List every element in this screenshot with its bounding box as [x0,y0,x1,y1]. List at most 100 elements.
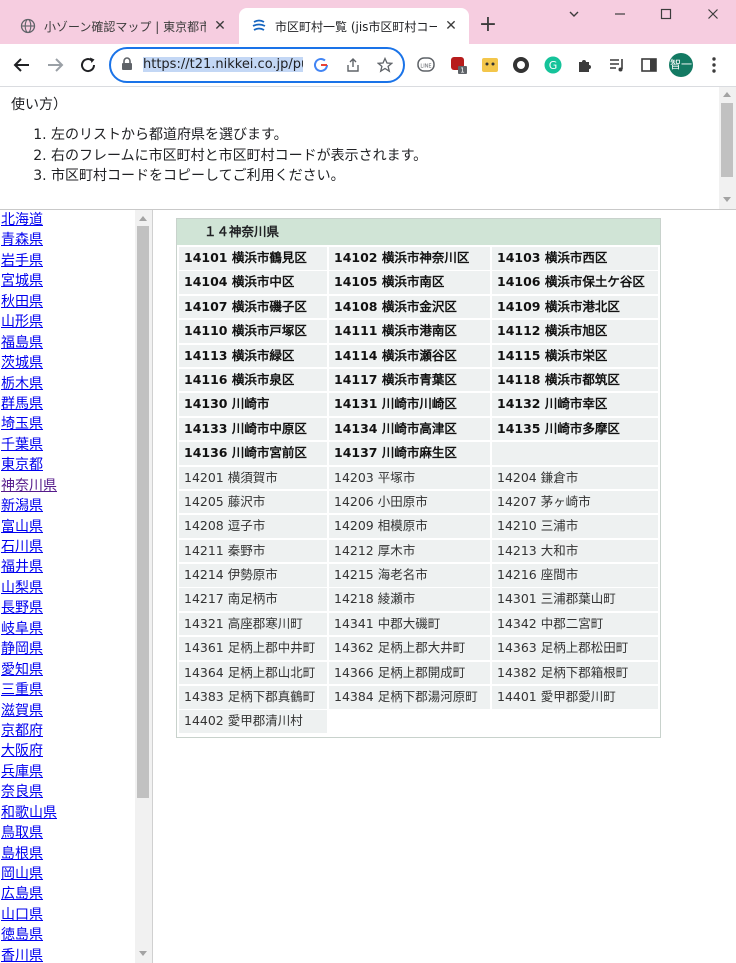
browser-toolbar: https://t21.nikkei.co.jp/public/ LINE 1 [0,44,736,87]
minimize-icon[interactable] [602,4,638,28]
tab-municipality-list[interactable]: 市区町村一覧 (jis市区町村コード) ✕ [239,8,469,44]
prefecture-link[interactable]: 東京都 [1,457,43,473]
municipality-cell: 14117 横浜市青葉区 [329,368,490,392]
line-extension-icon[interactable]: LINE [414,53,438,77]
close-icon[interactable]: ✕ [443,18,459,34]
municipality-cell: 14133 川崎市中原区 [179,417,327,441]
media-queue-icon[interactable] [605,53,629,77]
cat-extension-icon[interactable] [478,53,502,77]
prefecture-link[interactable]: 岩手県 [1,253,43,269]
prefecture-link[interactable]: 島根県 [1,846,43,862]
tab-small-zone-map[interactable]: 小ゾーン確認マップ | 東京都市圏交通計画協議会 ✕ [8,8,238,44]
prefecture-item: 岡山県 [1,864,57,884]
prefecture-link[interactable]: 栃木県 [1,376,43,392]
prefecture-link[interactable]: 新潟県 [1,498,43,514]
more-menu-icon[interactable] [702,53,726,77]
prefecture-link[interactable]: 京都府 [1,723,43,739]
prefecture-link[interactable]: 群馬県 [1,396,43,412]
prefecture-link[interactable]: 滋賀県 [1,703,43,719]
table-row: 14383 足柄下郡真鶴町 14384 足柄下郡湯河原町 14401 愛甲郡愛川町 [179,686,658,710]
prefecture-link[interactable]: 和歌山県 [1,805,57,821]
prefecture-link[interactable]: 兵庫県 [1,764,43,780]
municipality-cell: 14137 川崎市麻生区 [329,442,490,465]
municipality-cell: 14201 横須賀市 [179,466,327,490]
extension-badge-icon[interactable]: 1 [447,53,471,77]
prefecture-header: １４神奈川県 [177,219,660,245]
instruction-step: 左のリストから都道府県を選びます。 [51,125,427,146]
prefecture-link[interactable]: 富山県 [1,519,43,535]
scrollbar-thumb[interactable] [721,103,733,177]
table-row: 14217 南足柄市 14218 綾瀬市 14301 三浦郡葉山町 [179,588,658,612]
prefecture-link[interactable]: 山口県 [1,907,43,923]
share-icon[interactable] [343,55,363,75]
prefecture-link[interactable]: 徳島県 [1,927,43,943]
address-bar[interactable]: https://t21.nikkei.co.jp/public/ [109,47,405,83]
circle-extension-icon[interactable] [509,53,533,77]
municipality-cell: 14108 横浜市金沢区 [329,295,490,319]
instruction-step: 右のフレームに市区町村と市区町村コードが表示されます。 [51,146,427,167]
prefecture-link[interactable]: 茨城県 [1,355,43,371]
prefecture-link[interactable]: 大阪府 [1,743,43,759]
puzzle-extensions-icon[interactable] [573,53,597,77]
municipality-frame: １４神奈川県 14101 横浜市鶴見区 14102 横浜市神奈川区 14103 横浜… [153,210,736,963]
scrollbar-thumb[interactable] [137,226,149,798]
tab-title: 小ゾーン確認マップ | 東京都市圏交通計画協議会 [44,19,206,34]
prefecture-item: 大阪府 [1,741,57,761]
prefecture-link[interactable]: 岐阜県 [1,621,43,637]
prefecture-scrollbar[interactable] [135,210,152,963]
url-text[interactable]: https://t21.nikkei.co.jp/public/ [143,55,303,75]
prefecture-link[interactable]: 宮城県 [1,273,43,289]
prefecture-link[interactable]: 広島県 [1,886,43,902]
prefecture-link[interactable]: 香川県 [1,948,43,963]
prefecture-link[interactable]: 鳥取県 [1,825,43,841]
avatar[interactable]: 智一 [669,53,693,77]
top-frame-scrollbar[interactable] [719,87,736,209]
municipality-cell: 14218 綾瀬市 [329,588,490,611]
prefecture-item: 山梨県 [1,578,57,598]
google-lens-icon[interactable] [311,55,331,75]
municipality-cell: 14208 逗子市 [179,515,327,538]
prefecture-link[interactable]: 石川県 [1,539,43,555]
scroll-up-arrow-icon[interactable] [723,92,731,97]
scroll-up-arrow-icon[interactable] [139,216,147,221]
prefecture-item: 栃木県 [1,374,57,394]
scroll-down-arrow-icon[interactable] [723,197,731,202]
municipality-cell: 14107 横浜市磯子区 [179,295,327,319]
municipality-cell: 14134 川崎市高津区 [329,417,490,441]
prefecture-link[interactable]: 岡山県 [1,866,43,882]
prefecture-link[interactable]: 三重県 [1,682,43,698]
new-tab-button[interactable]: + [476,14,500,38]
grammarly-icon[interactable]: G [541,53,565,77]
table-row: 14104 横浜市中区 14105 横浜市南区 14106 横浜市保土ケ谷区 [179,271,658,295]
prefecture-link[interactable]: 静岡県 [1,641,43,657]
close-icon[interactable]: ✕ [212,18,228,34]
lock-icon [122,57,132,70]
prefecture-link[interactable]: 長野県 [1,600,43,616]
table-row: 14133 川崎市中原区 14134 川崎市高津区 14135 川崎市多摩区 [179,417,658,442]
prefecture-link[interactable]: 秋田県 [1,294,43,310]
reload-icon[interactable] [75,52,101,78]
bookmark-star-icon[interactable] [375,55,395,75]
side-panel-icon[interactable] [637,53,661,77]
forward-arrow-icon[interactable] [42,52,68,78]
prefecture-link[interactable]: 埼玉県 [1,416,43,432]
prefecture-link[interactable]: 福島県 [1,335,43,351]
back-arrow-icon[interactable] [9,52,35,78]
maximize-icon[interactable] [648,4,684,28]
prefecture-link[interactable]: 愛知県 [1,662,43,678]
prefecture-link[interactable]: 福井県 [1,559,43,575]
scroll-down-arrow-icon[interactable] [139,951,147,956]
prefecture-item: 岐阜県 [1,619,57,639]
municipality-cell: 14205 藤沢市 [179,490,327,514]
prefecture-link[interactable]: 奈良県 [1,784,43,800]
prefecture-item: 広島県 [1,884,57,904]
prefecture-link[interactable]: 青森県 [1,232,43,248]
prefecture-link[interactable]: 山形県 [1,314,43,330]
prefecture-link[interactable]: 神奈川県 [1,478,57,494]
prefecture-link[interactable]: 山梨県 [1,580,43,596]
municipality-cell: 14213 大和市 [492,539,658,563]
window-close-icon[interactable] [695,4,731,28]
chevron-down-icon[interactable] [556,4,592,28]
prefecture-link[interactable]: 北海道 [1,212,43,228]
prefecture-link[interactable]: 千葉県 [1,437,43,453]
